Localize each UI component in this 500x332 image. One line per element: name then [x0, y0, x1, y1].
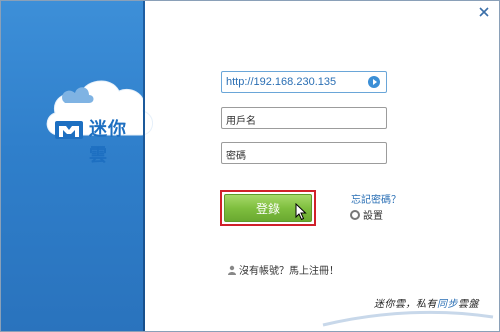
mouse-cursor-icon: [295, 203, 307, 221]
slogan-swoosh: [322, 310, 494, 327]
password-placeholder: 密碼: [226, 151, 246, 162]
arrow-right-circle-icon[interactable]: [368, 76, 380, 88]
server-url-value: http://192.168.230.135: [226, 76, 337, 88]
gear-icon: [350, 210, 360, 220]
username-input[interactable]: 用戶名: [221, 107, 387, 129]
settings-label: 設置: [363, 211, 383, 222]
slogan-part3: 雲盤: [458, 299, 479, 310]
close-icon[interactable]: [477, 5, 491, 19]
slogan-part1: 迷你雲，私有: [374, 299, 437, 310]
m-logo-icon: [55, 121, 83, 139]
brand-chinese: 迷你雲: [89, 119, 127, 166]
password-input[interactable]: 密碼: [221, 142, 387, 164]
slogan: 迷你雲，私有同步雲盤: [374, 295, 479, 310]
settings-link[interactable]: 設置: [350, 207, 383, 222]
username-placeholder: 用戶名: [226, 116, 256, 127]
slogan-part2: 同步: [437, 299, 458, 310]
server-url-input[interactable]: http://192.168.230.135: [221, 71, 387, 93]
brand-english: MINIYUN.cn: [93, 102, 141, 111]
login-window: MINIYUN.cn 迷你雲 http://192.168.230.135 用戶…: [0, 0, 500, 332]
forgot-password-link[interactable]: 忘記密碼？: [351, 191, 401, 206]
signup-link[interactable]: 沒有帳號？馬上注冊！: [227, 262, 339, 277]
person-icon: [228, 265, 236, 275]
signup-label: 沒有帳號？馬上注冊！: [239, 266, 339, 277]
brand-panel: MINIYUN.cn 迷你雲: [1, 1, 153, 331]
